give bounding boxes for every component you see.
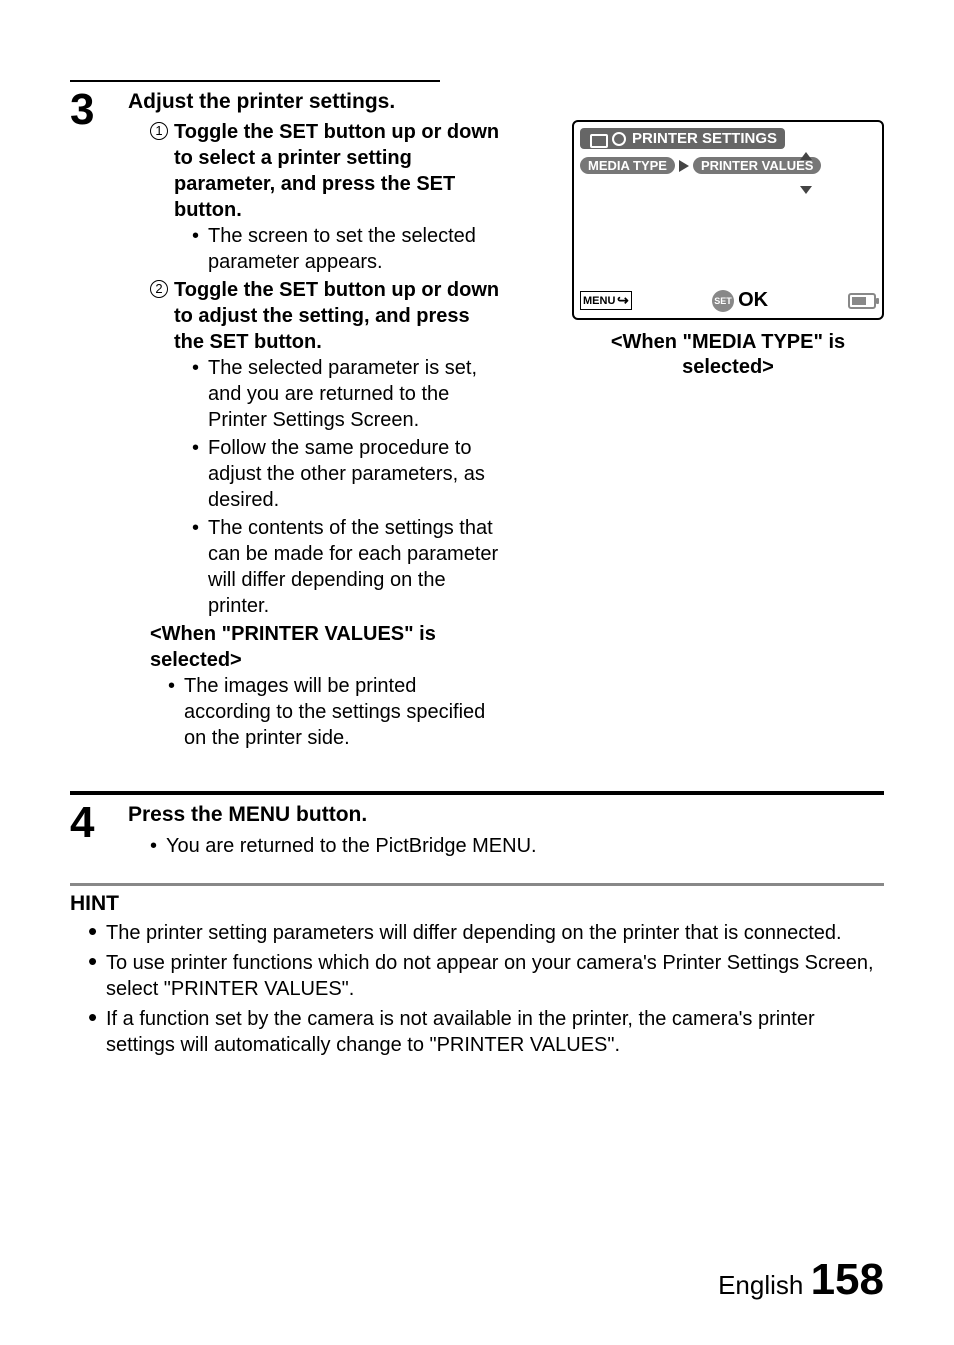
lcd-header: PRINTER SETTINGS bbox=[580, 128, 785, 149]
lcd-option-row: MEDIA TYPE PRINTER VALUES bbox=[580, 157, 876, 174]
battery-icon bbox=[848, 293, 876, 309]
lcd-bottom-bar: MENU ↩ SET OK bbox=[580, 289, 876, 312]
step-3-body: Adjust the printer settings. 1 Toggle th… bbox=[128, 88, 500, 753]
arrow-up-icon bbox=[800, 152, 812, 160]
lcd-screen: PRINTER SETTINGS MEDIA TYPE PRINTER VALU… bbox=[572, 120, 884, 320]
hint-rule bbox=[70, 883, 884, 886]
ok-label: OK bbox=[738, 289, 768, 312]
step-3-rule bbox=[70, 80, 440, 82]
step-3-number: 3 bbox=[70, 88, 128, 132]
media-type-pill: MEDIA TYPE bbox=[580, 157, 675, 174]
step-3-sub2-b1: The selected parameter is set, and you a… bbox=[192, 355, 500, 433]
step-3-sub1: 1 Toggle the SET button up or down to se… bbox=[150, 119, 500, 275]
circled-1-icon: 1 bbox=[150, 122, 168, 140]
menu-chip: MENU ↩ bbox=[580, 291, 632, 310]
step-3-sub2-b3: The contents of the settings that can be… bbox=[192, 515, 500, 619]
circled-2-icon: 2 bbox=[150, 280, 168, 298]
step-3-sub1-bullets: The screen to set the selected parameter… bbox=[174, 223, 500, 275]
battery-fill bbox=[852, 297, 866, 305]
return-arrow-icon: ↩ bbox=[617, 292, 629, 309]
step-3-sub2: 2 Toggle the SET button up or down to ad… bbox=[150, 277, 500, 619]
menu-chip-label: MENU bbox=[583, 295, 615, 307]
step-4-block: 4 Press the MENU button. You are returne… bbox=[70, 801, 884, 860]
printer-icon bbox=[588, 132, 606, 146]
arrow-down-icon bbox=[800, 186, 812, 194]
ok-group: SET OK bbox=[712, 289, 768, 312]
page-footer: English 158 bbox=[718, 1255, 884, 1305]
step-3-sub1-title: Toggle the SET button up or down to sele… bbox=[174, 121, 499, 221]
step-4-b1: You are returned to the PictBridge MENU. bbox=[150, 833, 884, 859]
step-4-bullets: You are returned to the PictBridge MENU. bbox=[128, 833, 884, 859]
hint-item-2: To use printer functions which do not ap… bbox=[88, 950, 884, 1002]
lcd-header-text: PRINTER SETTINGS bbox=[632, 130, 777, 147]
hint-list: The printer setting parameters will diff… bbox=[70, 920, 884, 1058]
step-3-sub1-b1: The screen to set the selected parameter… bbox=[192, 223, 500, 275]
step-3-block: 3 Adjust the printer settings. 1 Toggle … bbox=[70, 88, 500, 753]
gear-icon bbox=[612, 132, 626, 146]
step-3-sub2-title: Toggle the SET button up or down to adju… bbox=[174, 279, 499, 353]
step-3-sub2-b2: Follow the same procedure to adjust the … bbox=[192, 435, 500, 513]
hint-item-1: The printer setting parameters will diff… bbox=[88, 920, 884, 946]
footer-page-number: 158 bbox=[811, 1255, 884, 1304]
printer-values-heading: <When "PRINTER VALUES" is selected> bbox=[128, 621, 500, 673]
printer-values-b1: The images will be printed according to … bbox=[168, 673, 500, 751]
lcd-figure: PRINTER SETTINGS MEDIA TYPE PRINTER VALU… bbox=[572, 120, 884, 380]
arrow-right-icon bbox=[679, 160, 689, 172]
figure-caption: <When "MEDIA TYPE" is selected> bbox=[572, 330, 884, 380]
step-3-sub2-bullets: The selected parameter is set, and you a… bbox=[174, 355, 500, 619]
footer-language: English bbox=[718, 1270, 803, 1300]
hint-label: HINT bbox=[70, 892, 884, 916]
step-3-title: Adjust the printer settings. bbox=[128, 88, 500, 115]
page-container: PRINTER SETTINGS MEDIA TYPE PRINTER VALU… bbox=[0, 0, 954, 1345]
printer-values-bullets: The images will be printed according to … bbox=[128, 673, 500, 751]
hint-item-3: If a function set by the camera is not a… bbox=[88, 1006, 884, 1058]
set-badge-icon: SET bbox=[712, 290, 734, 312]
step-4-number: 4 bbox=[70, 801, 128, 845]
step-3-sublist: 1 Toggle the SET button up or down to se… bbox=[128, 119, 500, 619]
step-4-body: Press the MENU button. You are returned … bbox=[128, 801, 884, 860]
step-4-rule bbox=[70, 791, 884, 795]
step-4-title: Press the MENU button. bbox=[128, 801, 884, 828]
